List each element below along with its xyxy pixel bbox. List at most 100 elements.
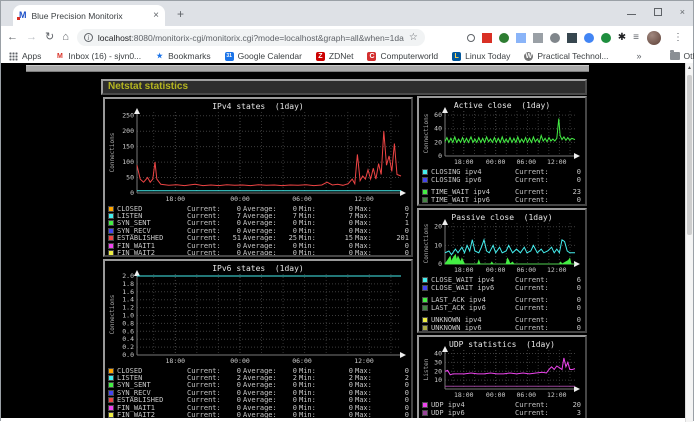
legend-stat-key: Current: [187, 249, 225, 257]
bookmark-label: Google Calendar [238, 51, 302, 61]
svg-text:Connections: Connections [109, 294, 116, 334]
legend-swatch [108, 390, 114, 396]
browser-tab[interactable]: M Blue Precision Monitorix × [13, 5, 165, 26]
legend-stat-value: 23 [561, 188, 583, 196]
new-tab-button[interactable]: + [177, 7, 184, 21]
dark-app-icon[interactable] [567, 33, 577, 43]
mail-checker-icon[interactable] [482, 33, 492, 43]
legend-stat-key: Current: [515, 316, 561, 324]
bookmark-star-icon[interactable]: ☆ [409, 32, 418, 43]
tab-close-icon[interactable]: × [153, 10, 159, 21]
svg-text:12:00: 12:00 [547, 266, 567, 274]
legend-label: CLOSE_WAIT ipv6 [431, 284, 515, 292]
bookmark-google-calendar[interactable]: 31Google Calendar [225, 51, 302, 61]
svg-text:06:00: 06:00 [517, 266, 537, 274]
minimize-button-icon[interactable] [627, 10, 636, 15]
home-icon[interactable]: ⌂ [62, 32, 69, 43]
svg-text:Active close (1day): Active close (1day) [454, 101, 550, 110]
address-bar[interactable]: i localhost:8080/monitorix-cgi/monitorix… [77, 29, 425, 46]
extensions-row: ✱≡ [433, 33, 639, 43]
svg-text:10: 10 [434, 241, 442, 249]
bookmark-practical-technol-[interactable]: WPractical Technol... [524, 51, 608, 61]
wheel-icon[interactable] [550, 33, 560, 43]
svg-text:06:00: 06:00 [517, 158, 537, 166]
legend-stat-key: Average: [243, 249, 281, 257]
svg-text:06:00: 06:00 [292, 195, 312, 203]
passive-close-chart[interactable]: 0102018:0000:0006:0012:00Passive close (… [419, 211, 585, 275]
browser-menu-icon[interactable]: ⋮ [669, 32, 687, 43]
bookmark-label: Practical Technol... [537, 51, 608, 61]
bookmark-zdnet[interactable]: ZZDNet [316, 51, 354, 61]
svg-text:0.2: 0.2 [122, 343, 134, 351]
legend-stat-key: Max: [355, 249, 393, 257]
legend-label: UDP ipv4 [431, 401, 515, 409]
legend-stat-key: Current: [515, 324, 561, 332]
ipv4-states-chart[interactable]: 05010015020025018:0000:0006:0012:00IPv4 … [105, 100, 411, 204]
svg-text:18:00: 18:00 [454, 391, 474, 399]
star-icon: ★ [155, 52, 164, 61]
active-close-chart[interactable]: 020406018:0000:0006:0012:00Active close … [419, 99, 585, 167]
back-icon[interactable]: ← [7, 32, 18, 43]
maximize-button-icon[interactable] [654, 8, 662, 16]
scrollbar-up-icon[interactable]: ▲ [686, 65, 693, 71]
globe-icon[interactable] [499, 33, 509, 43]
legend-label: LAST_ACK ipv6 [431, 304, 515, 312]
legend-swatch [108, 228, 114, 234]
legend-label: TIME_WAIT ipv6 [431, 196, 515, 204]
bookmarks-overflow-icon[interactable]: » [637, 51, 642, 61]
legend-stat-value: 0 [561, 284, 583, 292]
reload-icon[interactable]: ↻ [45, 32, 54, 43]
legend-stat-value: 0 [561, 324, 583, 332]
green-dot-icon[interactable] [601, 33, 611, 43]
bookmark-linux-today[interactable]: LLinux Today [452, 51, 510, 61]
legend-row: TIME_WAIT ipv4Current:23 [422, 188, 583, 196]
search-icon[interactable] [467, 34, 475, 42]
legend-label: UNKNOWN ipv6 [431, 324, 515, 332]
legend-stat-key: Current: [515, 409, 561, 417]
legend-swatch [422, 189, 428, 195]
legend-stat-value: 0 [561, 168, 583, 176]
svg-text:60: 60 [434, 111, 442, 119]
passive-close-legend: CLOSE_WAIT ipv4Current:6CLOSE_WAIT ipv6C… [419, 275, 585, 332]
pin-icon[interactable]: ✱ [618, 33, 626, 43]
forward-icon[interactable]: → [26, 32, 37, 43]
svg-text:00:00: 00:00 [230, 357, 250, 365]
svg-text:20: 20 [434, 138, 442, 146]
linux-today-icon: L [452, 52, 461, 61]
vertical-scrollbar[interactable]: ▲ [685, 63, 693, 422]
chart-svg: 0.00.20.40.60.81.01.21.41.61.82.018:0000… [107, 262, 409, 366]
svg-text:0.4: 0.4 [122, 335, 134, 343]
legend-row: CLOSE_WAIT ipv6Current:0 [422, 284, 583, 292]
svg-text:00:00: 00:00 [486, 266, 506, 274]
scrollbar-thumb[interactable] [687, 75, 692, 235]
pages-icon[interactable] [516, 33, 526, 43]
blue-dot-icon[interactable] [584, 33, 594, 43]
bookmark-computerworld[interactable]: CComputerworld [367, 51, 438, 61]
window-controls: × [627, 3, 685, 21]
url-text: localhost:8080/monitorix-cgi/monitorix.c… [98, 33, 404, 43]
svg-text:Listen: Listen [423, 358, 430, 380]
udp-statistics-chart[interactable]: 1020304018:0000:0006:0012:00UDP statisti… [419, 338, 585, 400]
svg-text:18:00: 18:00 [166, 357, 186, 365]
legend-stat-key: Current: [515, 304, 561, 312]
legend-stat-value: 0 [561, 196, 583, 204]
other-bookmarks-button[interactable]: Other bookmarks [670, 51, 694, 61]
active-close-legend: CLOSING ipv4Current:0CLOSING ipv6Current… [419, 167, 585, 204]
legend-row: CLOSING ipv4Current:0 [422, 168, 583, 176]
ipv6-states-chart[interactable]: 0.00.20.40.60.81.01.21.41.61.82.018:0000… [105, 262, 411, 366]
svg-text:0.0: 0.0 [122, 351, 134, 359]
page-bottom-edge [1, 418, 685, 422]
chart-svg: 0102018:0000:0006:0012:00Passive close (… [421, 211, 583, 275]
legend-swatch [108, 220, 114, 226]
bookmark-bookmarks[interactable]: ★Bookmarks [155, 51, 211, 61]
chart-svg: 020406018:0000:0006:0012:00Active close … [421, 99, 583, 167]
reader-icon[interactable] [533, 33, 543, 43]
profile-avatar[interactable] [647, 31, 661, 45]
svg-text:18:00: 18:00 [166, 195, 186, 203]
close-window-button-icon[interactable]: × [680, 8, 685, 17]
legend-row: LAST_ACK ipv6Current:0 [422, 304, 583, 312]
page-info-icon[interactable]: i [84, 33, 93, 42]
bookmark-apps[interactable]: Apps [9, 51, 41, 61]
list-icon[interactable]: ≡ [633, 33, 639, 43]
bookmark-inbox-16-sjvn0-[interactable]: MInbox (16) - sjvn0... [55, 51, 141, 61]
